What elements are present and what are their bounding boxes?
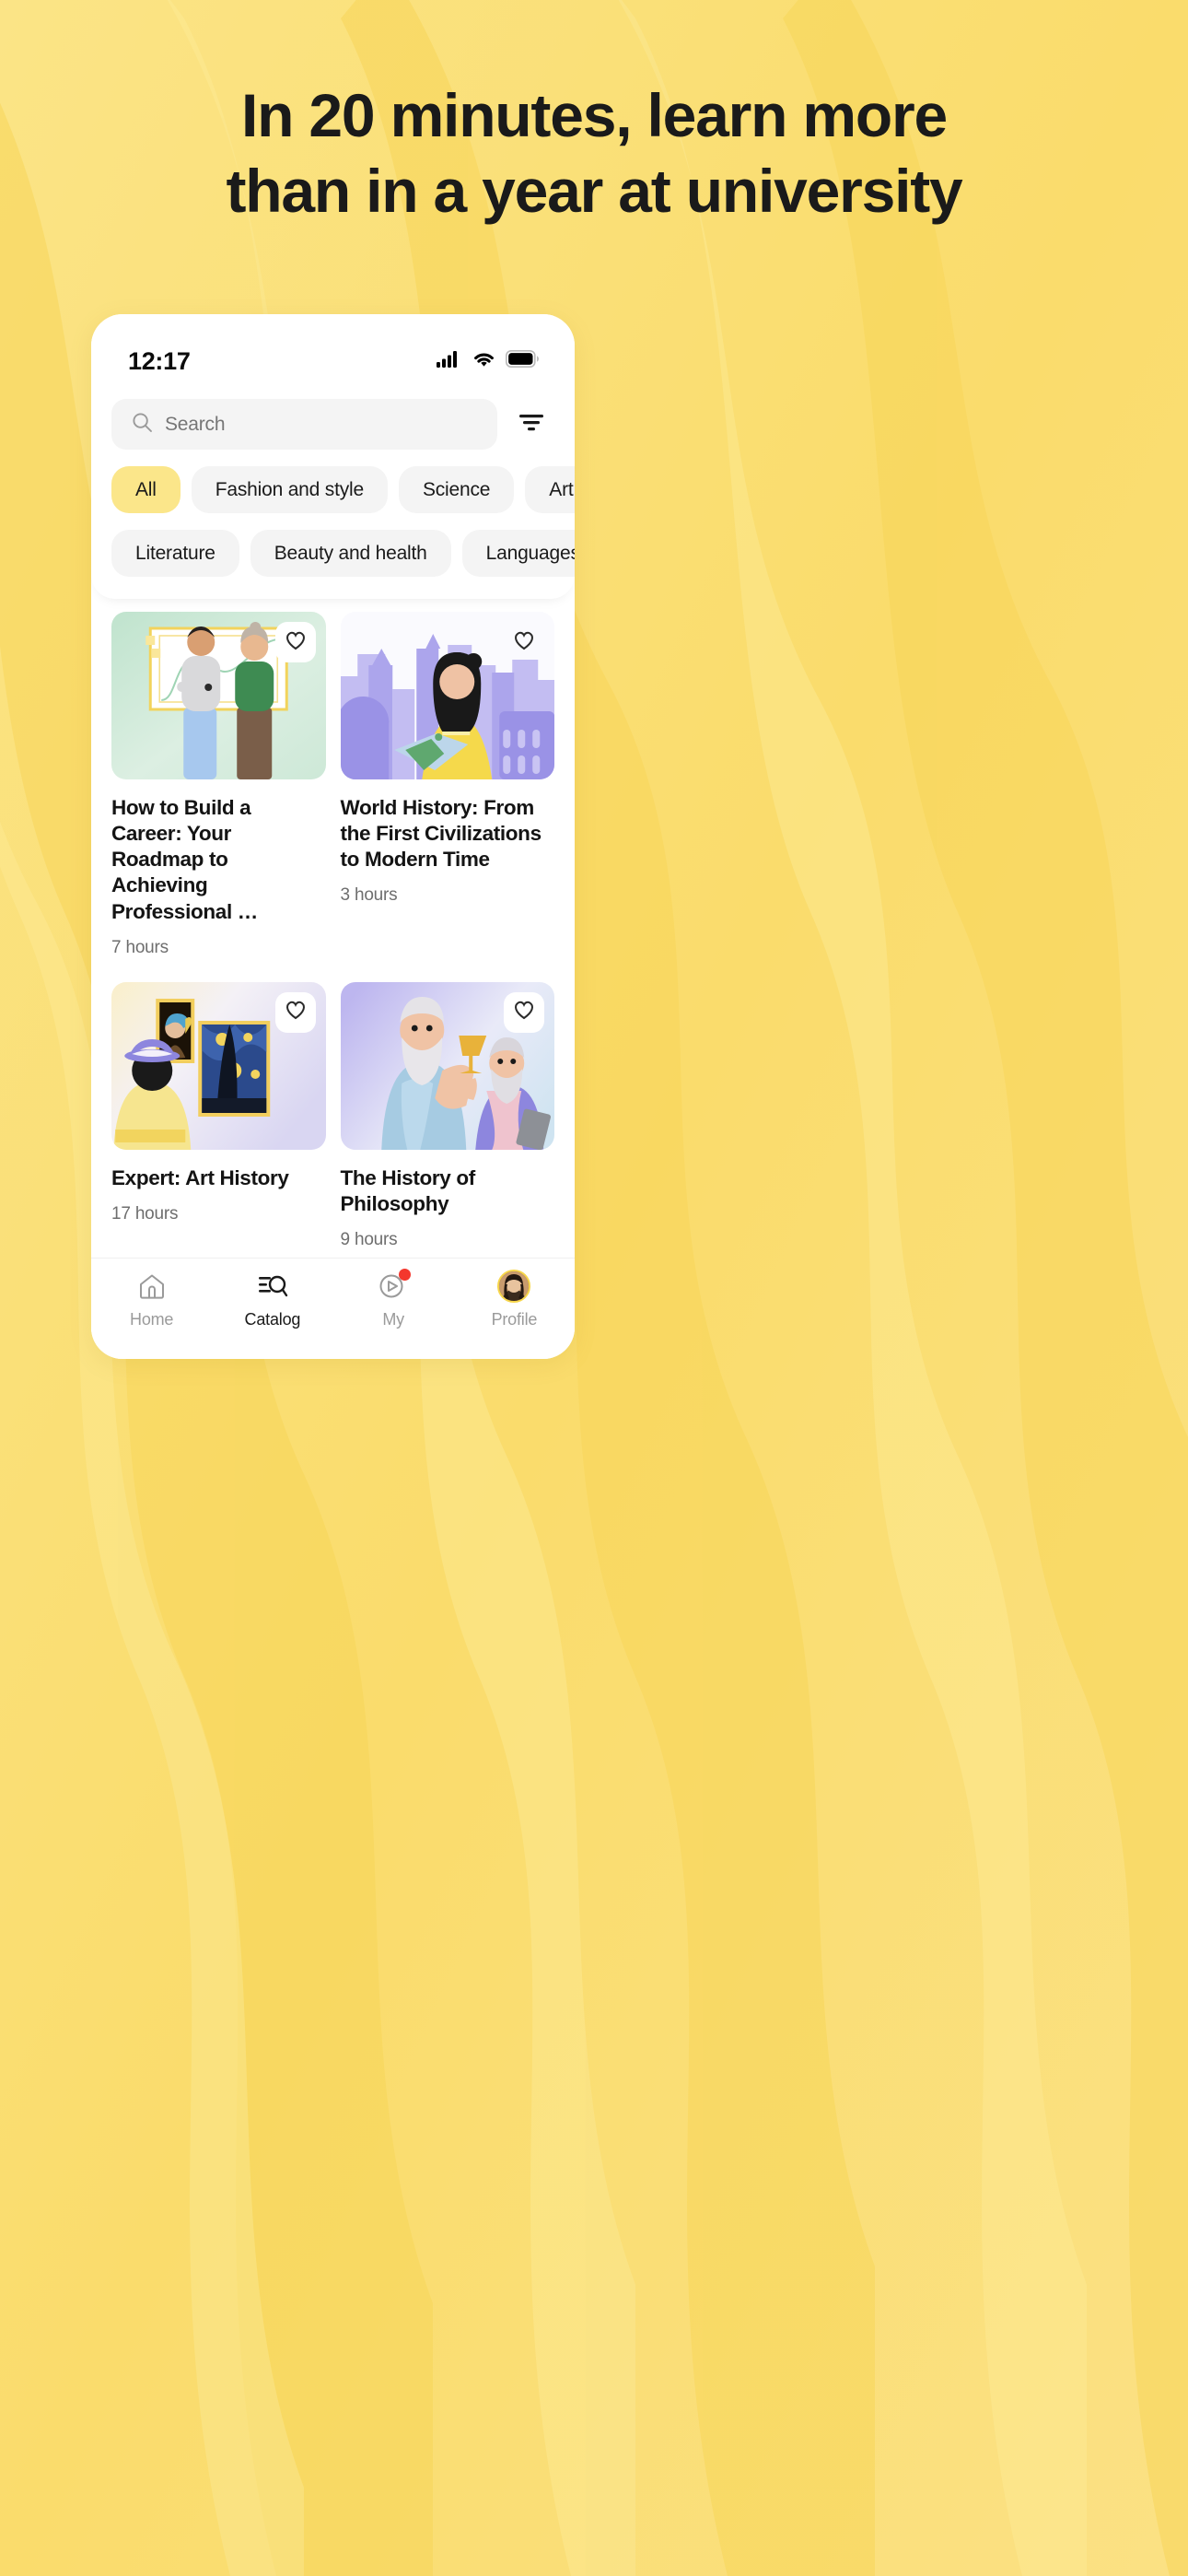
nav-label-my: My	[382, 1310, 404, 1329]
course-card[interactable]: Expert: Art History 17 hours	[111, 981, 326, 1269]
promo-headline: In 20 minutes, learn more than in a year…	[0, 81, 1188, 225]
status-bar: 12:17	[91, 314, 575, 386]
category-chip-beauty-and-health[interactable]: Beauty and health	[250, 530, 451, 577]
course-grid: How to Build a Career: Your Roadmap to A…	[111, 612, 554, 1359]
nav-item-my[interactable]: My	[333, 1269, 454, 1329]
heart-outline-icon	[285, 1000, 307, 1025]
search-and-filters-panel: Search All Fashion and style Science Art…	[91, 386, 575, 599]
course-duration: 3 hours	[340, 885, 398, 906]
course-title: The History of Philosophy	[340, 1165, 476, 1215]
status-time: 12:17	[128, 346, 191, 375]
category-chip-art[interactable]: Art	[525, 466, 575, 513]
course-title: World History: From the First Civilizati…	[340, 796, 542, 872]
course-duration: 7 hours	[111, 937, 169, 957]
heart-outline-icon	[285, 630, 307, 655]
nav-item-profile[interactable]: Profile	[454, 1270, 575, 1329]
course-title: Expert: Art History	[111, 1165, 289, 1189]
home-icon	[137, 1270, 167, 1303]
avatar	[497, 1270, 531, 1303]
course-card[interactable]: The History of Philosophy 9 hours	[340, 981, 554, 1269]
filter-button[interactable]	[510, 404, 553, 446]
course-duration: 17 hours	[111, 1203, 179, 1224]
course-title: How to Build a Career: Your Roadmap to A…	[111, 796, 258, 923]
avatar-icon	[497, 1270, 531, 1303]
category-chip-fashion-and-style[interactable]: Fashion and style	[191, 466, 388, 513]
battery-icon	[506, 350, 540, 372]
heart-outline-icon	[513, 630, 535, 655]
nav-item-home[interactable]: Home	[91, 1270, 212, 1329]
category-chip-science[interactable]: Science	[398, 466, 515, 513]
wifi-icon	[472, 350, 496, 373]
nav-label-home: Home	[130, 1310, 174, 1329]
favorite-button[interactable]	[504, 991, 544, 1033]
search-input[interactable]: Search	[111, 399, 497, 450]
course-duration: 9 hours	[340, 1229, 398, 1249]
catalog-search-icon	[257, 1270, 288, 1303]
course-card[interactable]: How to Build a Career: Your Roadmap to A…	[111, 612, 326, 977]
search-placeholder-text: Search	[165, 413, 226, 435]
category-chip-literature[interactable]: Literature	[111, 530, 239, 577]
filter-icon	[518, 411, 545, 438]
course-card[interactable]: World History: From the First Civilizati…	[340, 612, 554, 977]
status-icons	[437, 350, 540, 373]
category-chip-all[interactable]: All	[111, 466, 181, 513]
category-chips-row-2[interactable]: Literature Beauty and health Languages C…	[91, 530, 575, 577]
category-chip-languages[interactable]: Languages	[461, 530, 575, 577]
favorite-button[interactable]	[504, 622, 544, 662]
notification-badge	[399, 1269, 412, 1281]
category-chips-row-1[interactable]: All Fashion and style Science Art Philos…	[91, 466, 575, 513]
headline-line-1: In 20 minutes, learn more	[241, 81, 948, 149]
headline-line-2: than in a year at university	[226, 156, 962, 225]
bottom-navigation: Home Catalog My Profile	[91, 1258, 575, 1359]
nav-label-catalog: Catalog	[244, 1310, 301, 1329]
cellular-signal-icon	[437, 350, 462, 373]
favorite-button[interactable]	[274, 991, 316, 1033]
course-list: How to Build a Career: Your Roadmap to A…	[91, 599, 575, 1359]
search-row: Search	[91, 399, 575, 450]
heart-outline-icon	[513, 1000, 535, 1025]
search-icon	[132, 412, 153, 438]
phone-mockup: 12:17 Search All Fashion and style Scien…	[91, 314, 575, 1359]
nav-item-catalog[interactable]: Catalog	[212, 1270, 332, 1329]
favorite-button[interactable]	[274, 622, 316, 662]
nav-label-profile: Profile	[491, 1310, 538, 1329]
play-circle-icon	[379, 1269, 412, 1303]
